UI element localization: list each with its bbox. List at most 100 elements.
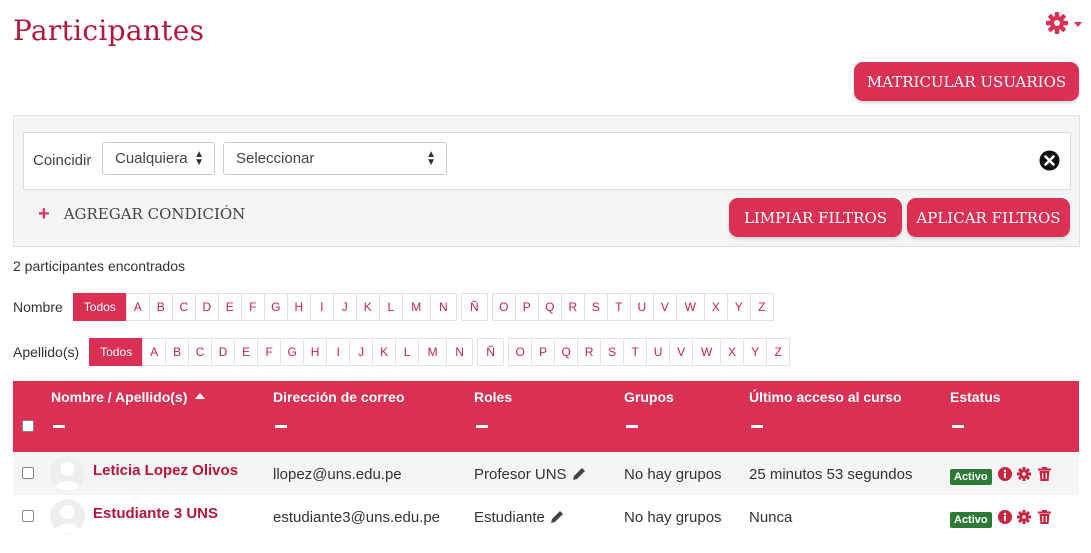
row-checkbox[interactable] xyxy=(22,467,34,479)
last-name-initial-v[interactable]: V xyxy=(669,338,694,366)
last-name-initial-x[interactable]: X xyxy=(720,338,745,366)
collapse-email-icon[interactable] xyxy=(275,425,287,428)
collapse-name-icon[interactable] xyxy=(53,425,65,428)
user-email: llopez@uns.edu.pe xyxy=(273,466,402,483)
user-avatar-icon xyxy=(54,462,81,490)
collapse-roles-icon[interactable] xyxy=(476,425,488,428)
row-checkbox[interactable] xyxy=(22,510,34,522)
header-roles: Roles xyxy=(474,389,513,405)
first-name-initial-j[interactable]: J xyxy=(332,293,357,321)
last-name-initial-g[interactable]: G xyxy=(280,338,305,366)
first-name-initial-e[interactable]: E xyxy=(217,293,242,321)
last-name-initial-ñ[interactable]: Ñ xyxy=(477,338,505,366)
first-name-initial-x[interactable]: X xyxy=(703,293,728,321)
last-name-initial-y[interactable]: Y xyxy=(743,338,768,366)
collapse-status-icon[interactable] xyxy=(952,425,964,428)
apply-filters-button[interactable]: APLICAR FILTROS xyxy=(907,198,1070,237)
add-condition-button[interactable]: + AGREGAR CONDICIÓN xyxy=(38,204,245,224)
last-name-initial-m[interactable]: M xyxy=(418,338,448,366)
match-select[interactable]: Cualquiera ▲ ▼ xyxy=(102,142,215,175)
avatar xyxy=(50,456,85,491)
header-name[interactable]: Nombre / Apellido(s) xyxy=(51,389,206,405)
enrol-users-button[interactable]: MATRICULAR USUARIOS xyxy=(854,62,1079,101)
condition-select[interactable]: Seleccionar ▲ ▼ xyxy=(223,142,447,175)
user-email: estudiante3@uns.edu.pe xyxy=(273,509,441,526)
header-last-access[interactable]: Último acceso al curso xyxy=(749,389,902,405)
first-name-initial-h[interactable]: H xyxy=(286,293,311,321)
last-name-initial-t[interactable]: T xyxy=(623,338,648,366)
settings-menu[interactable] xyxy=(1043,10,1088,38)
last-name-initial-u[interactable]: U xyxy=(646,338,671,366)
first-name-initial-p[interactable]: P xyxy=(514,293,539,321)
first-name-initial-t[interactable]: T xyxy=(606,293,631,321)
first-name-initial-f[interactable]: F xyxy=(240,293,265,321)
first-name-initial-m[interactable]: M xyxy=(401,293,431,321)
filter-condition-row: Coincidir Cualquiera ▲ ▼ Seleccionar ▲ ▼ xyxy=(23,132,1071,190)
first-name-initial-ñ[interactable]: Ñ xyxy=(460,293,488,321)
remove-condition-button[interactable] xyxy=(1039,150,1060,171)
first-name-initial-u[interactable]: U xyxy=(629,293,654,321)
gear-icon[interactable] xyxy=(1017,467,1031,481)
last-name-initial-i[interactable]: I xyxy=(326,338,351,366)
header-email[interactable]: Dirección de correo xyxy=(273,389,405,405)
last-name-initial-r[interactable]: R xyxy=(577,338,602,366)
first-name-initial-n[interactable]: N xyxy=(429,293,457,321)
pencil-icon[interactable] xyxy=(550,510,564,524)
last-name-initial-p[interactable]: P xyxy=(531,338,556,366)
last-name-initial-n[interactable]: N xyxy=(446,338,474,366)
first-name-initial-all[interactable]: Todos xyxy=(72,293,127,321)
gear-icon[interactable] xyxy=(1017,510,1031,524)
last-name-initial-k[interactable]: K xyxy=(372,338,397,366)
info-icon[interactable] xyxy=(998,510,1012,524)
first-name-initial-r[interactable]: R xyxy=(560,293,585,321)
clear-filters-button[interactable]: LIMPIAR FILTROS xyxy=(729,198,902,237)
last-name-initial-all[interactable]: Todos xyxy=(89,338,144,366)
first-name-initial-z[interactable]: Z xyxy=(749,293,774,321)
first-name-initial-w[interactable]: W xyxy=(675,293,705,321)
first-name-initial-l[interactable]: L xyxy=(378,293,403,321)
trash-icon[interactable] xyxy=(1038,510,1051,524)
status-badge: Activo xyxy=(950,512,992,528)
first-name-initial-q[interactable]: Q xyxy=(537,293,562,321)
info-icon[interactable] xyxy=(998,467,1012,481)
header-status: Estatus xyxy=(950,389,1001,405)
first-name-initial-v[interactable]: V xyxy=(652,293,677,321)
collapse-last-access-icon[interactable] xyxy=(751,425,763,428)
select-all-checkbox[interactable] xyxy=(22,420,34,432)
last-name-initial-s[interactable]: S xyxy=(600,338,625,366)
first-name-initial-d[interactable]: D xyxy=(194,293,219,321)
last-name-initial-z[interactable]: Z xyxy=(766,338,791,366)
last-name-initial-j[interactable]: J xyxy=(349,338,374,366)
last-name-initial-c[interactable]: C xyxy=(188,338,213,366)
last-name-initial-f[interactable]: F xyxy=(257,338,282,366)
participants-table: Nombre / Apellido(s) Dirección de correo… xyxy=(13,381,1079,538)
last-name-initial-l[interactable]: L xyxy=(395,338,420,366)
first-name-initial-a[interactable]: A xyxy=(125,293,150,321)
last-name-initial-d[interactable]: D xyxy=(211,338,236,366)
trash-icon[interactable] xyxy=(1038,467,1051,481)
last-name-initial-b[interactable]: B xyxy=(165,338,190,366)
last-name-initial-w[interactable]: W xyxy=(692,338,722,366)
last-name-initial-o[interactable]: O xyxy=(508,338,533,366)
last-name-initial-q[interactable]: Q xyxy=(554,338,579,366)
first-name-initial-s[interactable]: S xyxy=(583,293,608,321)
user-groups: No hay grupos xyxy=(624,509,722,526)
first-name-initial-o[interactable]: O xyxy=(491,293,516,321)
last-name-initial-a[interactable]: A xyxy=(142,338,167,366)
user-name-link[interactable]: Estudiante 3 UNS xyxy=(93,505,218,522)
user-name-link[interactable]: Leticia Lopez Olivos xyxy=(93,462,238,479)
last-name-initial-h[interactable]: H xyxy=(303,338,328,366)
filter-panel: Coincidir Cualquiera ▲ ▼ Seleccionar ▲ ▼ +… xyxy=(13,115,1080,247)
last-name-initial-e[interactable]: E xyxy=(234,338,259,366)
user-role-label: Profesor UNS xyxy=(474,466,567,483)
collapse-groups-icon[interactable] xyxy=(626,425,638,428)
first-name-initial-b[interactable]: B xyxy=(148,293,173,321)
table-header: Nombre / Apellido(s) Dirección de correo… xyxy=(13,381,1079,452)
first-name-initial-i[interactable]: I xyxy=(309,293,334,321)
first-name-initial-c[interactable]: C xyxy=(171,293,196,321)
first-name-initial-k[interactable]: K xyxy=(355,293,380,321)
first-name-initial-g[interactable]: G xyxy=(263,293,288,321)
user-avatar-icon xyxy=(54,505,81,533)
pencil-icon[interactable] xyxy=(572,467,586,481)
first-name-initial-y[interactable]: Y xyxy=(726,293,751,321)
